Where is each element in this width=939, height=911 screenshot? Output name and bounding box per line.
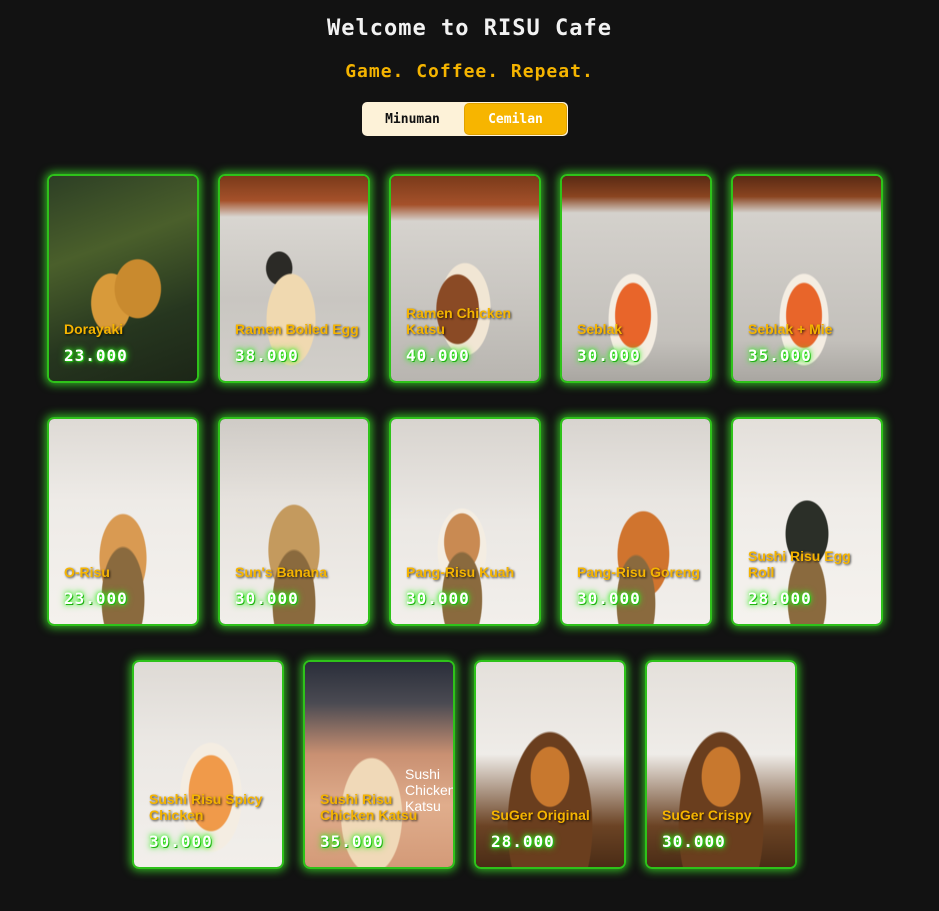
menu-item-price: 35.000 [320, 832, 384, 851]
menu-item-price: 30.000 [149, 832, 213, 851]
menu-item-price: 30.000 [577, 589, 641, 608]
menu-card-pang-risu-kuah[interactable]: Pang-Risu Kuah 30.000 [389, 417, 541, 626]
menu-item-name: Pang-Risu Kuah [406, 564, 515, 580]
menu-item-name: O-Risu [64, 564, 110, 580]
menu-item-price: 28.000 [748, 589, 812, 608]
menu-card-seblak-mie[interactable]: Seblak + Mie 35.000 [731, 174, 883, 383]
menu-card-sushi-risu-egg-roll[interactable]: Sushi Risu Egg Roll 28.000 [731, 417, 883, 626]
menu-card-o-risu[interactable]: O-Risu 23.000 [47, 417, 199, 626]
menu-card-sushi-risu-spicy-chicken[interactable]: Sushi Risu Spicy Chicken 30.000 [132, 660, 284, 869]
menu-card-suger-original[interactable]: SuGer Original 28.000 [474, 660, 626, 869]
menu-item-price: 30.000 [577, 346, 641, 365]
menu-item-name: Seblak [577, 321, 623, 337]
menu-item-price: 38.000 [235, 346, 299, 365]
menu-item-name: Pang-Risu Goreng [577, 564, 700, 580]
menu-item-name: Sushi Risu Egg Roll [748, 548, 851, 580]
menu-item-name: Sushi Risu Spicy Chicken [149, 791, 263, 823]
menu-card-suns-banana[interactable]: Sun's Banana 30.000 [218, 417, 370, 626]
menu-item-price: 35.000 [748, 346, 812, 365]
menu-item-price: 23.000 [64, 346, 128, 365]
menu-item-price: 28.000 [491, 832, 555, 851]
menu-card-sushi-risu-chicken-katsu[interactable]: Sushi Chicken Katsu Sushi Risu Chicken K… [303, 660, 455, 869]
menu-page: Welcome to RISU Cafe Game. Coffee. Repea… [0, 0, 939, 911]
menu-item-price: 40.000 [406, 346, 470, 365]
menu-card-dorayaki[interactable]: Dorayaki 23.000 [47, 174, 199, 383]
menu-item-price: 23.000 [64, 589, 128, 608]
menu-item-price: 30.000 [662, 832, 726, 851]
menu-item-name: Sun's Banana [235, 564, 328, 580]
menu-item-price: 30.000 [406, 589, 470, 608]
menu-item-name: SuGer Crispy [662, 807, 752, 823]
menu-item-name: Ramen Chicken Katsu [406, 305, 512, 337]
menu-item-name: Dorayaki [64, 321, 124, 337]
menu-item-name: Ramen Boiled Egg [235, 321, 359, 337]
menu-item-name: Sushi Risu Chicken Katsu [320, 791, 418, 823]
menu-item-price: 30.000 [235, 589, 299, 608]
menu-card-pang-risu-goreng[interactable]: Pang-Risu Goreng 30.000 [560, 417, 712, 626]
menu-grid: Dorayaki 23.000 Ramen Boiled Egg 38.000 … [0, 0, 939, 911]
menu-item-name: Seblak + Mie [748, 321, 833, 337]
menu-item-name: SuGer Original [491, 807, 590, 823]
menu-card-seblak[interactable]: Seblak 30.000 [560, 174, 712, 383]
menu-card-suger-crispy[interactable]: SuGer Crispy 30.000 [645, 660, 797, 869]
menu-card-ramen-chicken-katsu[interactable]: Ramen Chicken Katsu 40.000 [389, 174, 541, 383]
menu-card-ramen-boiled-egg[interactable]: Ramen Boiled Egg 38.000 [218, 174, 370, 383]
